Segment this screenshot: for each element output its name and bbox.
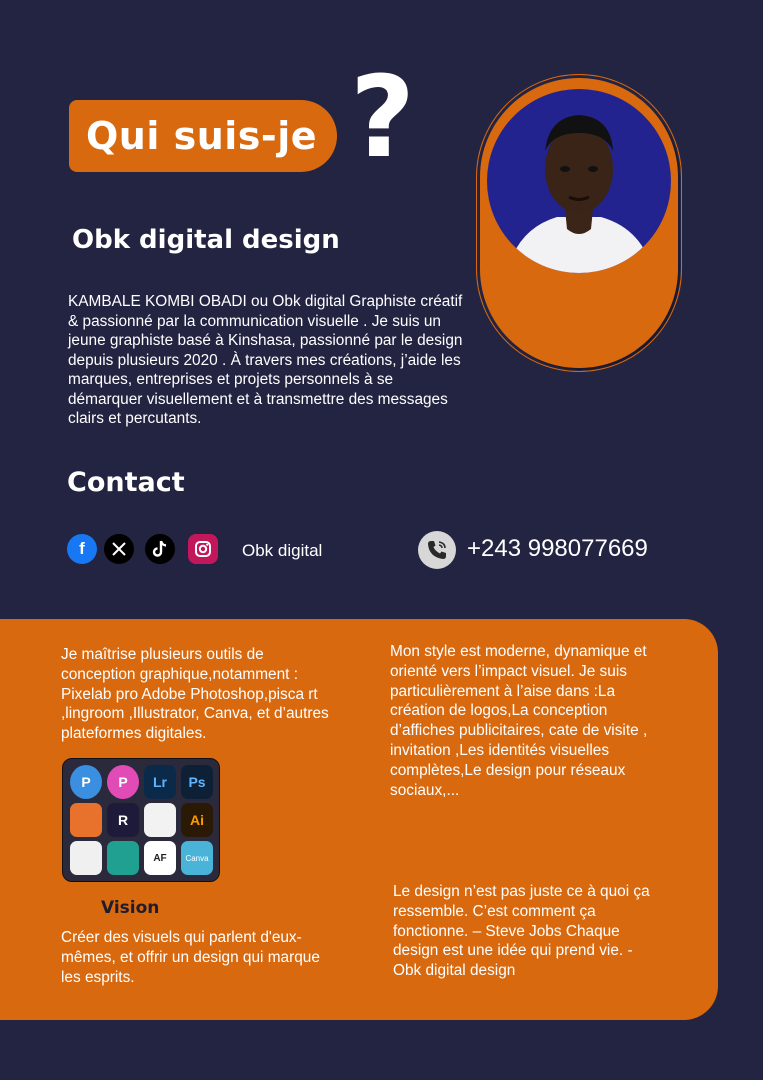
tiktok-icon[interactable]: [145, 534, 175, 564]
sketchbook-icon: [70, 803, 102, 837]
contact-heading: Contact: [67, 467, 185, 498]
brand-heading: Obk digital design: [72, 225, 340, 255]
picsart-icon: P: [107, 765, 139, 799]
instagram-icon[interactable]: [188, 534, 218, 564]
style-text: Mon style est moderne, dynamique et orie…: [390, 643, 648, 799]
phone-icon[interactable]: [418, 531, 456, 569]
phone-number[interactable]: +243 998077669: [467, 535, 648, 563]
social-handle[interactable]: Obk digital: [242, 541, 322, 561]
transparent-bg-icon: [144, 803, 176, 837]
snapseed-icon: [70, 841, 102, 875]
lightroom-icon: Lr: [144, 765, 176, 799]
portrait-photo: [487, 89, 671, 273]
person-icon: [507, 115, 653, 273]
bio-text: KAMBALE KOMBI OBADI ou Obk digital Graph…: [68, 293, 463, 427]
illustrator-icon: Ai: [181, 803, 213, 837]
vision-text: Créer des visuels qui parlent d'eux-même…: [61, 929, 320, 986]
canva-icon: Canva: [181, 841, 213, 875]
tools-text: Je maîtrise plusieurs outils de concepti…: [61, 646, 329, 743]
spiral-app-icon: [107, 841, 139, 875]
facebook-icon[interactable]: f: [67, 534, 97, 564]
quote-text: Le design n’est pas juste ce à quoi ça r…: [393, 883, 650, 980]
aperture-app-icon: AF: [144, 841, 176, 875]
question-mark: ?: [350, 53, 415, 183]
page-title: Qui suis-je: [86, 114, 317, 158]
apps-grid: P P Lr Ps R Ai AF Canva: [62, 758, 220, 882]
pixellab-r-icon: R: [107, 803, 139, 837]
vision-heading: Vision: [101, 898, 160, 918]
photoshop-icon: Ps: [181, 765, 213, 799]
pixellab-icon: P: [70, 765, 102, 799]
x-icon[interactable]: [104, 534, 134, 564]
